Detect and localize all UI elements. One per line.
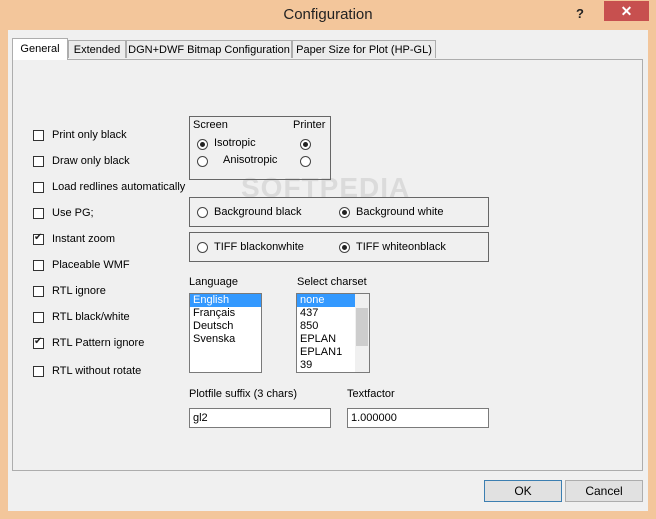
language-listbox[interactable]: English Français Deutsch Svenska (189, 293, 262, 373)
scrollbar-thumb[interactable] (356, 308, 368, 346)
tiff-group: TIFF blackonwhite TIFF whiteonblack (189, 232, 489, 262)
list-item[interactable]: Français (190, 307, 261, 320)
window-title: Configuration (283, 6, 373, 23)
background-group: Background black Background white (189, 197, 489, 227)
checkbox-label: Use PG; (52, 207, 94, 219)
checkbox-label: RTL Pattern ignore (52, 337, 145, 349)
checkbox-box[interactable] (33, 365, 44, 377)
background-white-radio[interactable] (339, 207, 350, 218)
checkbox-box[interactable] (33, 207, 44, 219)
checkbox-box[interactable] (33, 181, 44, 193)
printer-anisotropic-radio[interactable] (300, 156, 311, 167)
ok-button[interactable]: OK (484, 480, 562, 502)
checkbox-rtl-pattern-ignore[interactable]: RTL Pattern ignore (33, 335, 144, 351)
list-item[interactable]: English (190, 294, 261, 307)
background-black-radio[interactable] (197, 207, 208, 218)
checkbox-rtl-ignore[interactable]: RTL ignore (33, 283, 106, 299)
checkbox-instant-zoom[interactable]: Instant zoom (33, 231, 115, 247)
help-button[interactable]: ? (570, 4, 590, 24)
tiff-blackonwhite-label[interactable]: TIFF blackonwhite (214, 241, 304, 253)
cancel-button[interactable]: Cancel (565, 480, 643, 502)
checkbox-rtl-black-white[interactable]: RTL black/white (33, 309, 130, 325)
general-tab-panel: SOFTPEDIA Print only black Draw only bla… (12, 59, 643, 471)
list-item[interactable]: Svenska (190, 333, 261, 346)
screen-isotropic-radio[interactable] (197, 139, 208, 150)
screen-label: Screen (193, 119, 228, 131)
checkbox-label: RTL without rotate (52, 365, 142, 377)
tab-extended[interactable]: Extended (68, 40, 126, 58)
printer-isotropic-radio[interactable] (300, 139, 311, 150)
checkbox-draw-only-black[interactable]: Draw only black (33, 153, 130, 169)
checkbox-use-pg[interactable]: Use PG; (33, 205, 94, 221)
tab-paper-size[interactable]: Paper Size for Plot (HP-GL) (292, 40, 436, 58)
checkbox-box[interactable] (33, 155, 44, 167)
tiff-blackonwhite-radio[interactable] (197, 242, 208, 253)
charset-label: Select charset (297, 276, 367, 288)
dialog-client-area: General Extended DGN+DWF Bitmap Configur… (8, 30, 648, 511)
checkbox-box[interactable] (33, 336, 44, 349)
tiff-whiteonblack-radio[interactable] (339, 242, 350, 253)
plotfile-suffix-label: Plotfile suffix (3 chars) (189, 388, 298, 400)
background-white-label[interactable]: Background white (356, 206, 443, 218)
checkbox-label: RTL black/white (52, 311, 130, 323)
plotfile-suffix-input[interactable]: gl2 (189, 408, 331, 428)
checkbox-label: Instant zoom (52, 233, 115, 245)
textfactor-label: Textfactor (347, 388, 395, 400)
tab-general[interactable]: General (12, 38, 68, 60)
isotropic-label: Isotropic (214, 137, 256, 149)
checkbox-box[interactable] (33, 232, 44, 245)
tiff-whiteonblack-label[interactable]: TIFF whiteonblack (356, 241, 446, 253)
background-black-label[interactable]: Background black (214, 206, 301, 218)
language-label: Language (189, 276, 238, 288)
charset-scrollbar[interactable] (355, 294, 369, 372)
list-item[interactable]: none (297, 294, 355, 307)
anisotropic-label: Anisotropic (223, 154, 278, 166)
configuration-window: Configuration ? ✕ General Extended DGN+D… (0, 0, 656, 519)
checkbox-label: Placeable WMF (52, 259, 130, 271)
checkbox-box[interactable] (33, 285, 44, 297)
projection-group: Screen Printer Isotropic Anisotropic (189, 116, 331, 180)
close-button[interactable]: ✕ (604, 1, 649, 21)
checkbox-label: RTL ignore (52, 285, 106, 297)
printer-label: Printer (293, 119, 326, 131)
charset-listbox[interactable]: none 437 850 EPLAN EPLAN1 39 (296, 293, 370, 373)
checkbox-load-redlines[interactable]: Load redlines automatically (33, 179, 185, 195)
checkbox-print-only-black[interactable]: Print only black (33, 127, 127, 143)
checkbox-box[interactable] (33, 259, 44, 271)
title-bar[interactable]: Configuration ? ✕ (0, 0, 656, 30)
checkbox-label: Load redlines automatically (52, 181, 186, 193)
checkbox-label: Draw only black (52, 155, 130, 167)
checkbox-box[interactable] (33, 129, 44, 141)
tab-dgn-dwf-bitmap[interactable]: DGN+DWF Bitmap Configuration (126, 40, 292, 58)
list-item[interactable]: Deutsch (190, 320, 261, 333)
checkbox-box[interactable] (33, 311, 44, 323)
checkbox-label: Print only black (52, 129, 127, 141)
checkbox-placeable-wmf[interactable]: Placeable WMF (33, 257, 130, 273)
checkbox-rtl-without-rotate[interactable]: RTL without rotate (33, 363, 141, 379)
screen-anisotropic-radio[interactable] (197, 156, 208, 167)
textfactor-input[interactable]: 1.000000 (347, 408, 489, 428)
